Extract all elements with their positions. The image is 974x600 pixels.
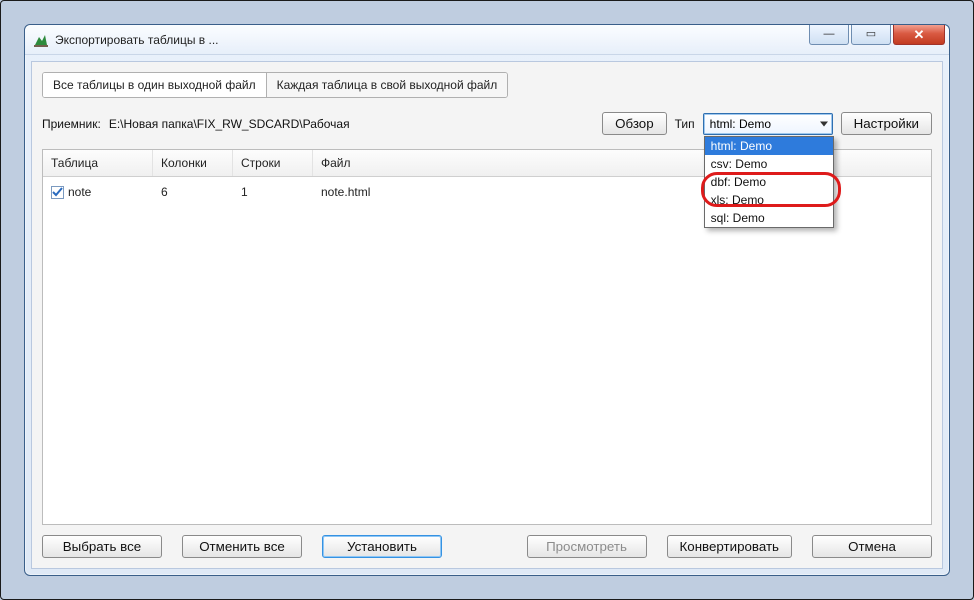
titlebar: Экспортировать таблицы в ... — ▭ ✕	[25, 25, 949, 55]
client-area: Все таблицы в один выходной файл Каждая …	[31, 61, 943, 569]
cancel-button[interactable]: Отмена	[812, 535, 932, 558]
type-option-xls[interactable]: xls: Demo	[705, 191, 833, 209]
receiver-path: E:\Новая папка\FIX_RW_SDCARD\Рабочая	[109, 117, 594, 131]
tables-list-body: note 6 1 note.html	[43, 177, 931, 524]
bottom-bar: Выбрать все Отменить все Установить Прос…	[42, 535, 932, 558]
col-header-file[interactable]: Файл	[313, 150, 931, 176]
cell-rows: 1	[233, 181, 313, 203]
cell-table: note	[68, 185, 91, 199]
select-all-button[interactable]: Выбрать все	[42, 535, 162, 558]
app-icon	[33, 32, 49, 48]
minimize-button[interactable]: —	[809, 25, 849, 45]
receiver-label: Приемник:	[42, 117, 101, 131]
window-title: Экспортировать таблицы в ...	[55, 33, 219, 47]
col-header-table[interactable]: Таблица	[43, 150, 153, 176]
type-label: Тип	[675, 117, 695, 131]
type-option-dbf[interactable]: dbf: Demo	[705, 173, 833, 191]
tab-all-one-file[interactable]: Все таблицы в один выходной файл	[43, 73, 267, 97]
type-combobox-value: html: Demo	[710, 117, 771, 131]
deselect-all-button[interactable]: Отменить все	[182, 535, 302, 558]
row-checkbox[interactable]	[51, 186, 64, 199]
type-option-csv[interactable]: csv: Demo	[705, 155, 833, 173]
receiver-row: Приемник: E:\Новая папка\FIX_RW_SDCARD\Р…	[42, 112, 932, 135]
export-mode-tabs: Все таблицы в один выходной файл Каждая …	[42, 72, 508, 98]
type-dropdown: html: Demo csv: Demo dbf: Demo xls: Demo…	[704, 136, 834, 228]
chevron-down-icon	[820, 121, 828, 126]
browse-button[interactable]: Обзор	[602, 112, 667, 135]
export-window: Экспортировать таблицы в ... — ▭ ✕ Все т…	[24, 24, 950, 576]
close-icon: ✕	[914, 28, 925, 41]
col-header-cols[interactable]: Колонки	[153, 150, 233, 176]
type-option-html[interactable]: html: Demo	[705, 137, 833, 155]
type-combobox[interactable]: html: Demo html: Demo csv: Demo dbf: Dem…	[703, 113, 833, 135]
tab-each-own-file[interactable]: Каждая таблица в свой выходной файл	[267, 73, 508, 97]
close-button[interactable]: ✕	[893, 25, 945, 45]
window-controls: — ▭ ✕	[809, 25, 945, 45]
convert-button[interactable]: Конвертировать	[667, 535, 792, 558]
apply-button[interactable]: Установить	[322, 535, 442, 558]
maximize-icon: ▭	[866, 29, 876, 40]
type-option-sql[interactable]: sql: Demo	[705, 209, 833, 227]
cell-file: note.html	[313, 181, 931, 203]
maximize-button[interactable]: ▭	[851, 25, 891, 45]
col-header-rows[interactable]: Строки	[233, 150, 313, 176]
preview-button[interactable]: Просмотреть	[527, 535, 647, 558]
cell-cols: 6	[153, 181, 233, 203]
settings-button[interactable]: Настройки	[841, 112, 932, 135]
minimize-icon: —	[824, 29, 835, 40]
